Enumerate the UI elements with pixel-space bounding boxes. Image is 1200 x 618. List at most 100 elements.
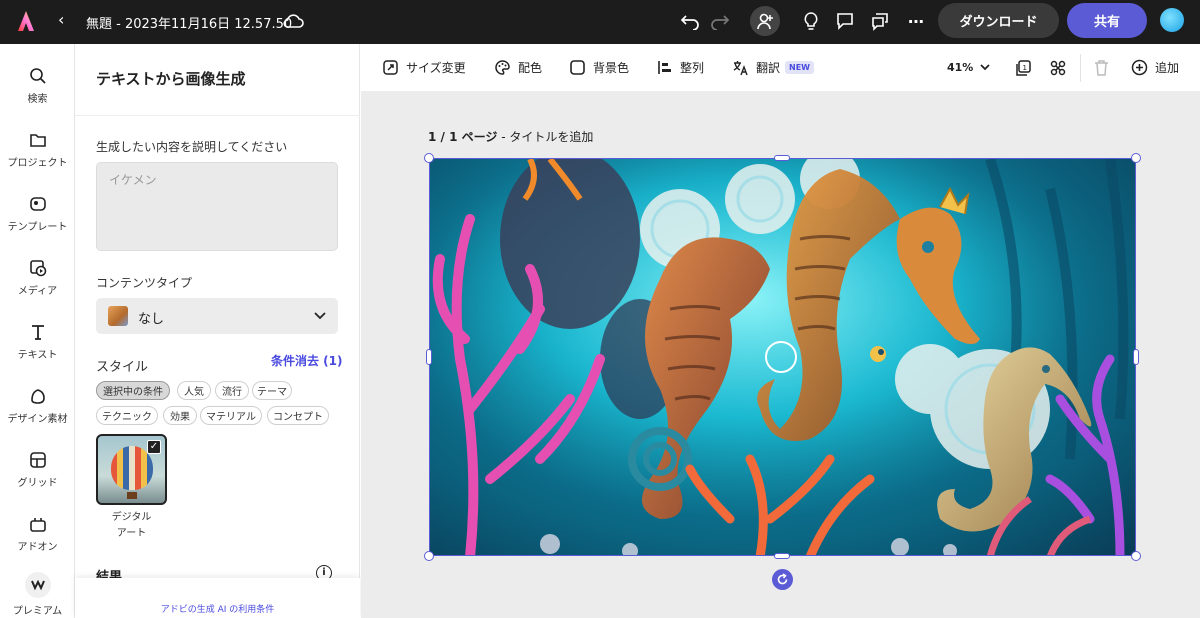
download-button[interactable]: ダウンロード xyxy=(938,3,1059,38)
balloon-basket xyxy=(127,492,137,499)
palette-icon xyxy=(494,59,511,76)
rail-label: アドオン xyxy=(17,542,58,553)
resize-handle-top-left[interactable] xyxy=(424,153,434,163)
comments-thread-icon[interactable] xyxy=(869,10,891,32)
checkmark-icon: ✓ xyxy=(147,440,161,454)
chip-selected-filters[interactable]: 選択中の条件 xyxy=(96,381,170,400)
color-scheme-label: 配色 xyxy=(518,61,543,75)
resize-button[interactable]: サイズ変更 xyxy=(382,59,466,76)
svg-text:1: 1 xyxy=(1023,64,1027,72)
translate-icon xyxy=(732,59,749,76)
toolbar-divider xyxy=(1080,54,1081,82)
color-scheme-button[interactable]: 配色 xyxy=(494,59,542,76)
rail-item-design-assets[interactable]: デザイン素材 xyxy=(0,386,75,425)
arrange-button[interactable]: 整列 xyxy=(656,59,704,76)
resize-handle-right[interactable] xyxy=(1133,349,1139,365)
delete-trash-icon[interactable] xyxy=(1093,59,1110,77)
resize-handle-bottom[interactable] xyxy=(774,553,790,559)
new-badge: NEW xyxy=(785,61,814,74)
resize-handle-top[interactable] xyxy=(774,155,790,161)
divider xyxy=(75,115,360,116)
addon-icon xyxy=(28,514,48,534)
chip-technique[interactable]: テクニック xyxy=(96,406,158,425)
rail-label: デザイン素材 xyxy=(7,414,68,425)
arrange-label: 整列 xyxy=(680,61,705,75)
style-card-label: デジタル アート xyxy=(96,510,167,542)
resize-handle-top-right[interactable] xyxy=(1131,153,1141,163)
add-title-link[interactable]: - タイトルを追加 xyxy=(497,130,593,144)
align-icon xyxy=(656,59,673,76)
page-counter: 1 / 1 ページ xyxy=(428,130,498,144)
text-to-image-panel: テキストから画像生成 生成したい内容を説明してください コンテンツタイプ なし … xyxy=(75,44,360,618)
shapes-icon xyxy=(28,386,48,406)
chip-material[interactable]: マテリアル xyxy=(200,406,262,425)
resize-handle-bottom-right[interactable] xyxy=(1131,551,1141,561)
terms-link[interactable]: アドビの生成 AI の利用条件 xyxy=(75,602,360,615)
rail-label: プレミアム xyxy=(12,606,63,617)
rotate-handle-icon[interactable] xyxy=(772,569,793,590)
user-avatar[interactable] xyxy=(1160,8,1184,32)
rail-item-media[interactable]: メディア xyxy=(0,258,75,297)
background-color-icon xyxy=(569,59,586,76)
premium-icon xyxy=(24,572,51,598)
content-type-select[interactable]: なし xyxy=(96,298,338,334)
translate-label: 翻訳 xyxy=(756,61,781,75)
resize-handle-bottom-left[interactable] xyxy=(424,551,434,561)
panel-title: テキストから画像生成 xyxy=(96,70,246,88)
add-button[interactable]: 追加 xyxy=(1131,59,1179,76)
chip-theme[interactable]: テーマ xyxy=(252,381,292,400)
rail-item-text[interactable]: テキスト xyxy=(0,322,75,361)
search-icon xyxy=(28,66,48,86)
rail-item-grid[interactable]: グリッド xyxy=(0,450,75,489)
chip-concept[interactable]: コンセプト xyxy=(267,406,329,425)
clear-filters-link[interactable]: 条件消去 (1) xyxy=(271,352,343,369)
media-icon xyxy=(28,258,48,278)
redo-icon[interactable] xyxy=(709,10,731,32)
back-chevron-icon[interactable]: ‹ xyxy=(58,10,64,29)
rail-item-projects[interactable]: プロジェクト xyxy=(0,130,75,169)
rail-item-premium[interactable]: プレミアム xyxy=(0,572,75,617)
zoom-level[interactable]: 41% xyxy=(947,61,973,74)
generated-image-seahorses[interactable] xyxy=(429,158,1136,556)
undo-icon[interactable] xyxy=(679,10,701,32)
translate-button[interactable]: 翻訳 NEW xyxy=(732,59,814,76)
pages-icon[interactable]: 1 xyxy=(1014,59,1032,77)
background-color-button[interactable]: 背景色 xyxy=(569,59,629,76)
rail-label: プロジェクト xyxy=(7,158,68,169)
rail-item-search[interactable]: 検索 xyxy=(0,66,75,105)
resize-handle-left[interactable] xyxy=(426,349,432,365)
content-type-value: なし xyxy=(138,312,165,327)
prompt-input[interactable] xyxy=(97,163,337,250)
editor-canvas: 1 / 1 ページ - タイトルを追加 xyxy=(361,92,1200,618)
lightbulb-icon[interactable] xyxy=(800,10,822,32)
rail-label: メディア xyxy=(17,286,58,297)
chip-popular[interactable]: 人気 xyxy=(177,381,211,400)
share-button[interactable]: 共有 xyxy=(1067,3,1147,38)
document-title[interactable]: 無題 - 2023年11月16日 12.57.50 xyxy=(86,13,292,32)
style-card-digital-art[interactable]: ✓ xyxy=(96,434,167,505)
resize-icon xyxy=(382,59,399,76)
plus-circle-icon xyxy=(1131,59,1148,76)
rail-item-addons[interactable]: アドオン xyxy=(0,514,75,553)
rail-label: テンプレート xyxy=(7,222,68,233)
rail-label: テキスト xyxy=(17,350,58,361)
top-bar: ‹ 無題 - 2023年11月16日 12.57.50 ⋯ ダウンロード 共有 xyxy=(0,0,1200,44)
adobe-express-logo-icon[interactable] xyxy=(14,9,38,33)
folder-icon xyxy=(28,130,48,150)
comment-icon[interactable] xyxy=(834,10,856,32)
chip-effect[interactable]: 効果 xyxy=(163,406,197,425)
chip-trending[interactable]: 流行 xyxy=(215,381,249,400)
style-card-label-line1: デジタル xyxy=(111,512,152,523)
seahorse-illustration xyxy=(430,159,1135,555)
rail-label: グリッド xyxy=(17,478,58,489)
zoom-chevron-down-icon[interactable] xyxy=(978,60,992,74)
style-label: スタイル xyxy=(96,360,149,375)
rail-item-templates[interactable]: テンプレート xyxy=(0,194,75,233)
prompt-box xyxy=(96,162,338,251)
add-label: 追加 xyxy=(1155,61,1180,75)
cloud-sync-icon[interactable] xyxy=(282,11,304,35)
layers-icon[interactable] xyxy=(1049,59,1067,77)
invite-user-icon[interactable] xyxy=(750,6,780,36)
grid-icon xyxy=(28,450,48,470)
more-options-icon[interactable]: ⋯ xyxy=(905,10,927,32)
